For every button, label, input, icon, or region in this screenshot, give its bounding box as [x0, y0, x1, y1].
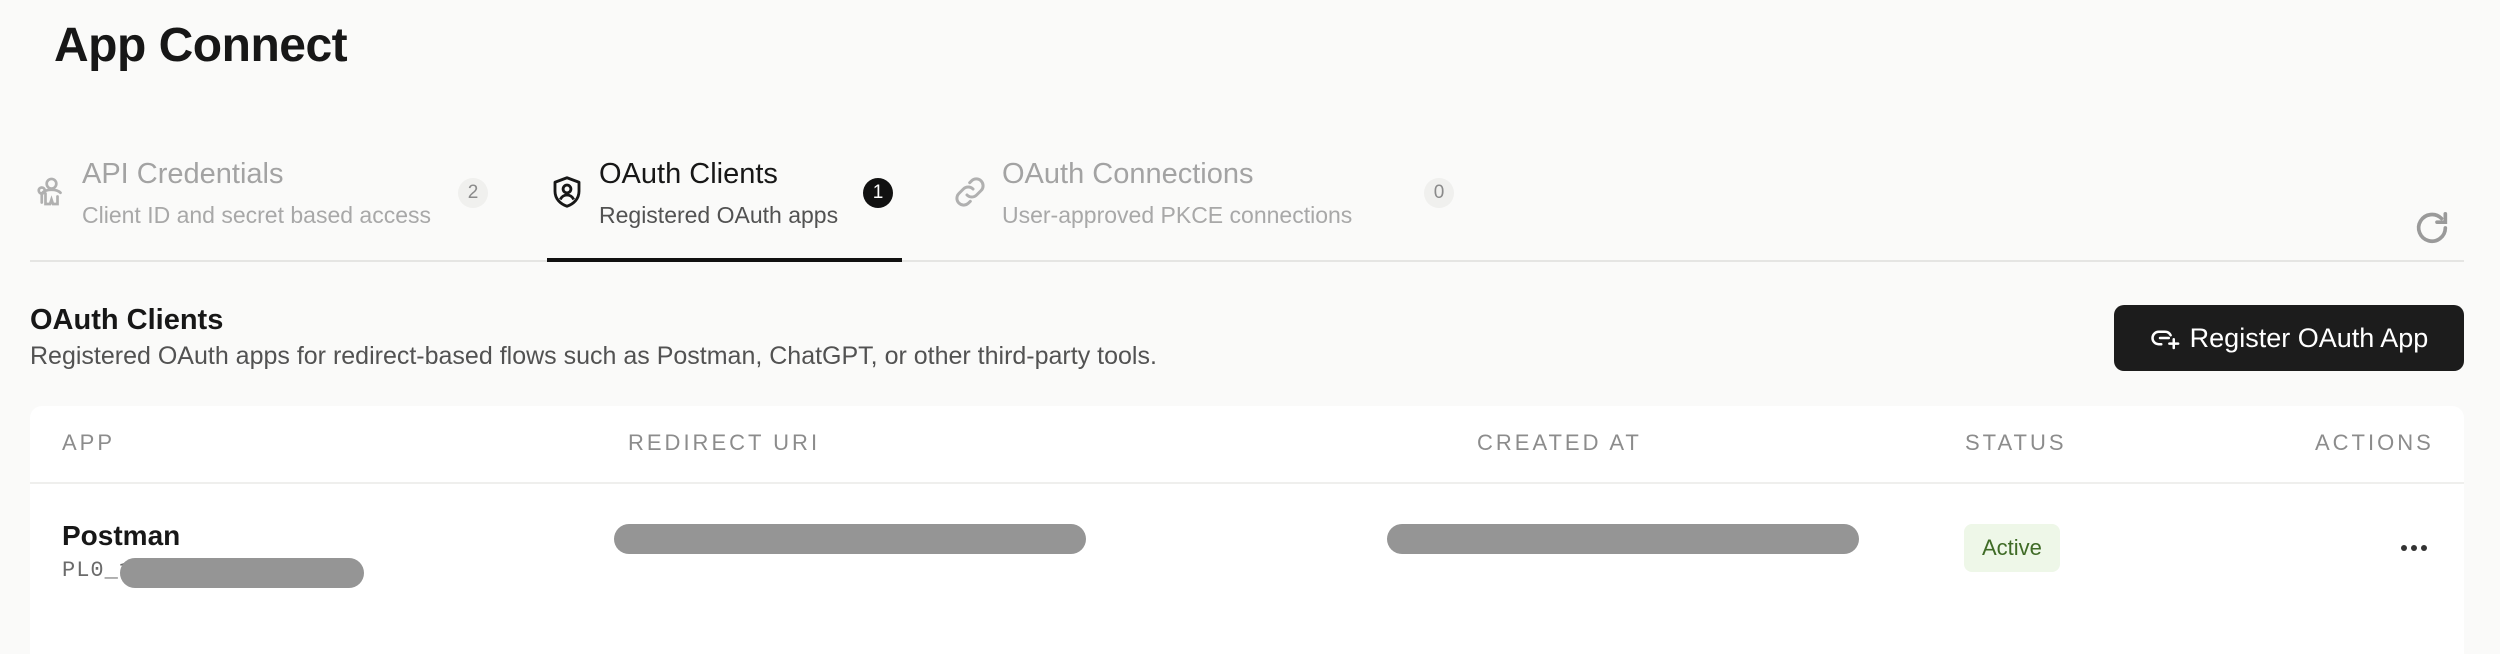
redacted-created-at — [1387, 524, 1859, 554]
key-person-icon — [37, 177, 62, 206]
column-header-redirect-uri: REDIRECT URI — [628, 430, 821, 455]
column-header-app: APP — [62, 430, 116, 455]
more-dot — [2421, 545, 2427, 551]
register-oauth-app-button[interactable]: Register OAuth App — [2114, 305, 2464, 371]
column-header-status: STATUS — [1965, 430, 2067, 455]
row-actions-menu-button[interactable] — [2390, 528, 2438, 568]
status-badge: Active — [1964, 524, 2060, 572]
tab-subtitle: Client ID and secret based access — [82, 202, 432, 228]
tab-count-badge: 1 — [863, 178, 893, 208]
tab-bar: API Credentials Client ID and secret bas… — [30, 150, 2464, 262]
redacted-client-id — [120, 558, 364, 588]
column-header-created-at: CREATED AT — [1477, 430, 1642, 455]
tab-oauth-clients[interactable]: OAuth Clients Registered OAuth apps 1 — [547, 150, 902, 262]
shield-user-icon — [553, 176, 581, 208]
link-plus-icon — [2150, 330, 2180, 350]
app-name: Postman — [62, 520, 181, 551]
oauth-clients-table: APP REDIRECT URI CREATED AT STATUS ACTIO… — [30, 406, 2464, 654]
more-dots-icon — [2401, 545, 2407, 551]
tab-title: OAuth Connections — [1002, 158, 1254, 190]
tab-api-credentials[interactable]: API Credentials Client ID and secret bas… — [30, 150, 500, 260]
tab-title: OAuth Clients — [599, 158, 778, 190]
redacted-redirect-uri — [614, 524, 1086, 554]
table-header: APP REDIRECT URI CREATED AT STATUS ACTIO… — [30, 406, 2464, 484]
page-title: App Connect — [54, 19, 348, 72]
tab-count-badge: 2 — [458, 178, 488, 208]
tab-title: API Credentials — [82, 158, 284, 190]
table-row: Postman PL0_1 Active — [30, 484, 2464, 614]
more-dot — [2411, 545, 2417, 551]
link-icon — [955, 177, 985, 207]
tab-oauth-connections[interactable]: OAuth Connections User-approved PKCE con… — [950, 150, 1460, 260]
refresh-icon[interactable] — [2412, 208, 2452, 248]
column-header-actions: ACTIONS — [2315, 430, 2434, 455]
tab-subtitle: User-approved PKCE connections — [1002, 202, 1353, 228]
register-button-label: Register OAuth App — [2189, 322, 2429, 353]
section-title: OAuth Clients — [30, 304, 224, 336]
section-description: Registered OAuth apps for redirect-based… — [30, 342, 1157, 370]
tab-count-badge: 0 — [1424, 178, 1454, 208]
tab-subtitle: Registered OAuth apps — [599, 202, 839, 228]
